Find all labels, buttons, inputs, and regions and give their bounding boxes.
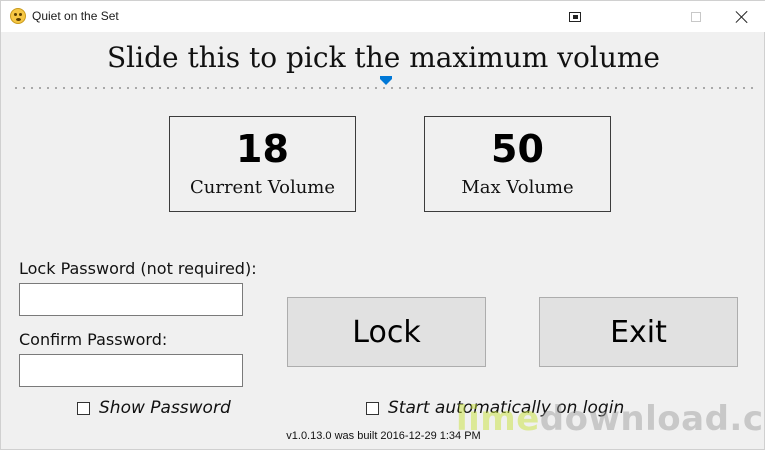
confirm-password-label: Confirm Password: [19, 330, 168, 349]
max-volume-value: 50 [491, 127, 544, 171]
start-automatically-box[interactable] [366, 401, 379, 415]
exit-button[interactable]: Exit [539, 297, 738, 367]
slider-instruction: Slide this to pick the maximum volume [107, 41, 660, 74]
current-volume-panel: 18 Current Volume [169, 116, 356, 212]
lock-button[interactable]: Lock [287, 297, 486, 367]
lock-password-field[interactable] [19, 283, 243, 316]
show-password-label: Show Password [99, 398, 231, 418]
volume-slider-thumb[interactable] [380, 76, 392, 85]
window-title: Quiet on the Set [32, 9, 119, 23]
title-bar: Quiet on the Set [1, 1, 765, 32]
max-volume-panel: 50 Max Volume [424, 116, 611, 212]
show-password-checkbox[interactable]: Show Password [77, 398, 231, 418]
close-icon [736, 11, 748, 23]
confirm-password-field[interactable] [19, 354, 243, 387]
max-volume-caption: Max Volume [461, 177, 574, 198]
app-window: Quiet on the Set Slide this to pick the … [0, 0, 765, 450]
maximize-icon [691, 11, 701, 22]
current-volume-caption: Current Volume [189, 177, 336, 198]
close-button[interactable] [719, 1, 765, 32]
current-volume-value: 18 [236, 127, 289, 171]
maximize-button[interactable] [673, 1, 719, 32]
pin-window-icon [569, 11, 581, 22]
show-password-box[interactable] [77, 401, 90, 415]
smiley-face-icon [10, 8, 26, 24]
volume-slider-track[interactable] [15, 87, 757, 89]
pin-window-button[interactable] [552, 1, 598, 32]
lock-password-label: Lock Password (not required): [19, 259, 257, 278]
watermark-logo: limedownload.com [456, 399, 765, 439]
